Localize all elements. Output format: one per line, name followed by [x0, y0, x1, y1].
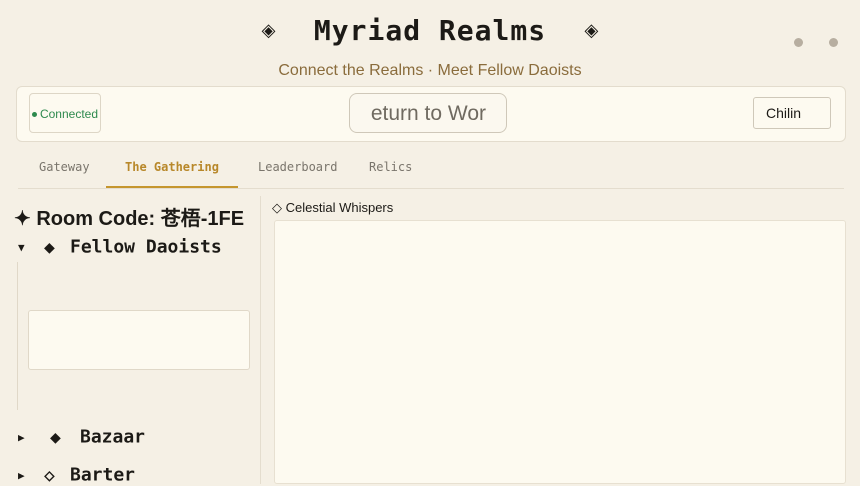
- chat-messages-area[interactable]: [274, 220, 846, 484]
- window-dot-icon[interactable]: [829, 38, 838, 47]
- tree-line: [17, 262, 18, 410]
- ornament-left-icon: ◈: [261, 20, 276, 40]
- caret-right-icon: ▶: [18, 430, 25, 444]
- diamond-icon: ◆: [50, 426, 61, 448]
- tab-gateway[interactable]: Gateway: [39, 160, 90, 174]
- diamond-outline-icon: ◇: [44, 464, 55, 486]
- section-label: Bazaar: [80, 426, 146, 448]
- section-barter[interactable]: ▶ ◇ Barter: [18, 464, 135, 486]
- tab-bar: Gateway The Gathering Leaderboard Relics: [18, 150, 844, 189]
- diamond-icon: ◆: [44, 236, 55, 258]
- connection-status-label: Connected: [39, 107, 99, 121]
- connection-status: Connected: [29, 93, 101, 133]
- caret-down-icon: ▼: [18, 240, 25, 254]
- section-bazaar[interactable]: ▶ ◆ Bazaar: [18, 426, 145, 448]
- sidebar-panel: ✦ Room Code: 苍梧-1FE ▼ ◆ Fellow Daoists ▶ ◆ B…: [0, 196, 261, 486]
- caret-right-icon: ▶: [18, 468, 25, 482]
- section-label: Fellow Daoists: [70, 236, 222, 258]
- name-input[interactable]: [753, 97, 831, 129]
- window-dot-icon[interactable]: [793, 38, 803, 47]
- app-title: Myriad Realms: [313, 14, 547, 47]
- app-subtitle: Connect the Realms · Meet Fellow Daoists: [278, 62, 582, 79]
- daoists-list: [28, 310, 250, 370]
- tab-the-gathering[interactable]: The Gathering: [125, 160, 219, 174]
- return-button-label: eturn to Wor: [370, 102, 486, 125]
- title-row: ◈ Myriad Realms ◈: [0, 14, 860, 47]
- room-code: ✦ Room Code: 苍梧-1FE: [14, 208, 245, 230]
- window-controls: [772, 34, 838, 52]
- active-tab-indicator: [106, 186, 238, 188]
- status-dot-icon: [31, 112, 37, 118]
- tab-relics[interactable]: Relics: [369, 160, 412, 174]
- chat-title: ◇ Celestial Whispers: [272, 200, 394, 215]
- return-to-world-button[interactable]: eturn to Wor: [349, 93, 507, 133]
- section-label: Barter: [70, 464, 136, 486]
- section-fellow-daoists[interactable]: ▼ ◆ Fellow Daoists: [18, 236, 222, 258]
- app-header: ◈ Myriad Realms ◈ Connect the Realms · M…: [0, 0, 860, 84]
- tab-leaderboard[interactable]: Leaderboard: [258, 160, 337, 174]
- top-bar: Connected eturn to Wor: [16, 86, 846, 142]
- ornament-right-icon: ◈: [584, 20, 599, 40]
